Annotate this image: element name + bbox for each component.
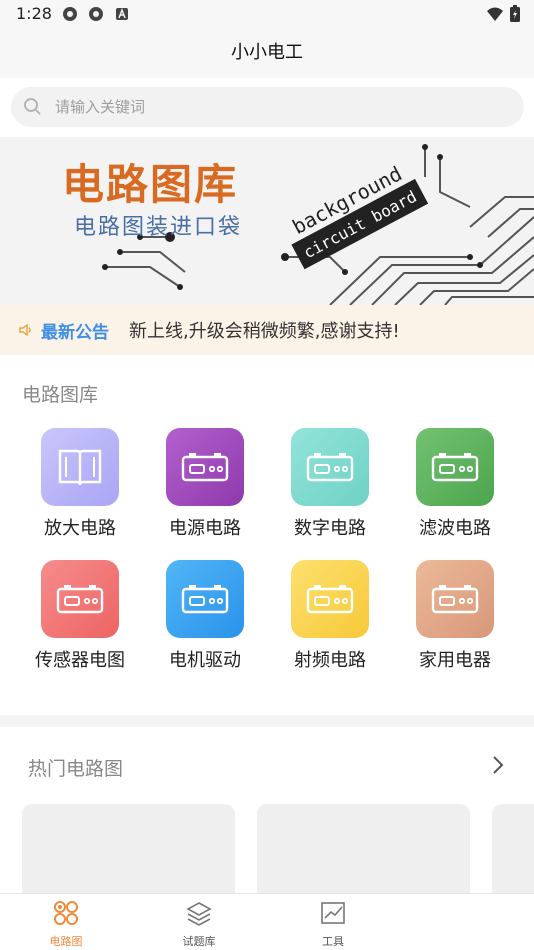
battery-icon — [306, 453, 354, 482]
category-sensor[interactable]: 传感器电图 — [20, 560, 140, 680]
banner-title: 电路图库 — [62, 160, 239, 209]
tab-tools[interactable]: 工具 — [298, 900, 368, 949]
wifi-icon — [487, 7, 503, 21]
announcement-label: 最新公告 — [41, 323, 109, 343]
app-bar: 小小电工 — [0, 28, 534, 78]
notification-app-icon — [63, 7, 77, 21]
category-filter[interactable]: 滤波电路 — [395, 428, 515, 548]
status-bar: 1:28 — [0, 0, 534, 28]
battery-icon — [306, 585, 354, 614]
chart-icon — [321, 902, 345, 924]
category-tile — [291, 428, 369, 506]
category-label: 家用电器 — [419, 650, 491, 671]
category-label: 电源电路 — [169, 518, 241, 539]
category-power[interactable]: 电源电路 — [145, 428, 265, 548]
grid-circles-icon — [54, 901, 78, 925]
hot-card[interactable] — [492, 804, 534, 904]
announcement-text: 新上线,升级会稍微频繁,感谢支持! — [129, 321, 400, 342]
category-rf[interactable]: 射频电路 — [270, 560, 390, 680]
category-label: 电机驱动 — [169, 650, 241, 671]
category-motor[interactable]: 电机驱动 — [145, 560, 265, 680]
section-divider — [0, 715, 534, 727]
banner[interactable]: background circuit board 电路图库 电路图装进口袋 — [0, 137, 534, 305]
battery-icon — [431, 453, 479, 482]
hot-section-title: 热门电路图 — [28, 758, 124, 780]
search-input[interactable] — [55, 87, 495, 127]
tab-question-bank[interactable]: 试题库 — [164, 900, 234, 949]
battery-icon — [56, 585, 104, 614]
category-tile — [416, 560, 494, 638]
battery-status-icon — [510, 5, 520, 22]
announcement-bar[interactable]: 最新公告 新上线,升级会稍微频繁,感谢支持! — [0, 305, 534, 355]
category-tile — [41, 560, 119, 638]
hot-card[interactable] — [22, 804, 235, 904]
category-digital[interactable]: 数字电路 — [270, 428, 390, 548]
status-time: 1:28 — [16, 4, 52, 23]
bottom-tab-bar: 电路图 试题库 工具 — [0, 893, 534, 950]
notification-app-icon-2 — [89, 7, 103, 21]
speaker-icon — [19, 323, 31, 337]
search-icon — [24, 98, 41, 115]
category-tile — [166, 428, 244, 506]
battery-icon — [181, 453, 229, 482]
category-amplifier[interactable]: 放大电路 — [20, 428, 140, 548]
search-bar[interactable] — [11, 87, 524, 127]
tab-label: 试题库 — [182, 935, 216, 948]
battery-icon — [431, 585, 479, 614]
category-label: 滤波电路 — [419, 518, 491, 539]
category-tile — [41, 428, 119, 506]
library-section-title: 电路图库 — [22, 384, 99, 406]
book-icon — [58, 449, 102, 486]
tab-circuits[interactable]: 电路图 — [31, 900, 101, 949]
layers-icon — [186, 902, 212, 926]
hot-card[interactable] — [257, 804, 470, 904]
category-appliance[interactable]: 家用电器 — [395, 560, 515, 680]
tab-label: 工具 — [322, 935, 344, 948]
category-tile — [291, 560, 369, 638]
banner-subtitle: 电路图装进口袋 — [74, 215, 243, 240]
app-title: 小小电工 — [231, 42, 303, 63]
category-label: 传感器电图 — [35, 650, 125, 671]
category-tile — [166, 560, 244, 638]
chevron-right-icon[interactable] — [492, 755, 504, 775]
tab-label: 电路图 — [49, 935, 83, 948]
battery-icon — [181, 585, 229, 614]
category-tile — [416, 428, 494, 506]
category-label: 数字电路 — [294, 518, 366, 539]
status-right — [486, 5, 520, 22]
category-label: 放大电路 — [44, 518, 116, 539]
notification-a-icon — [116, 8, 128, 20]
category-label: 射频电路 — [294, 650, 366, 671]
